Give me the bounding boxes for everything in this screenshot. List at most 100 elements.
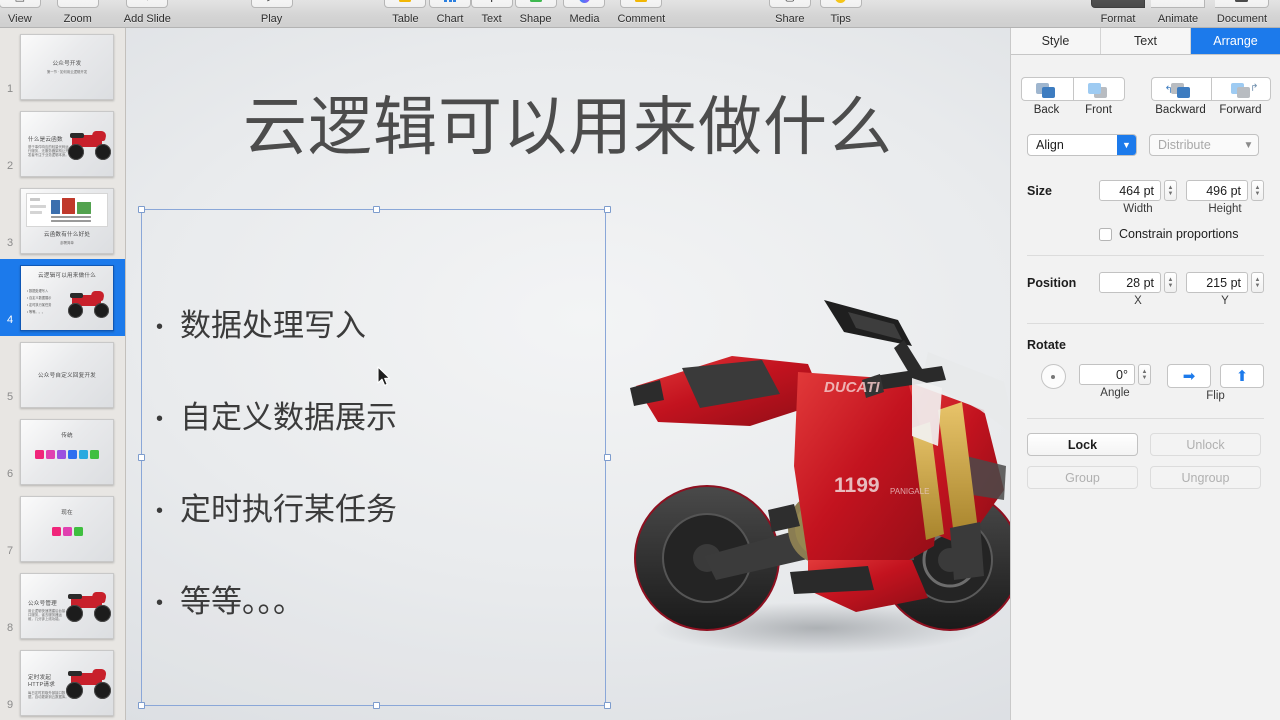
slide-number: 5 xyxy=(6,391,14,403)
slide-thumbnail-6[interactable]: 6 传统 xyxy=(0,413,125,490)
width-field-group: 464 pt ▲ ▼ Width xyxy=(1099,180,1177,215)
list-item[interactable]: • 定时执行某任务 xyxy=(156,492,599,528)
motorcycle-image[interactable]: DUCATI 1199 PANIGALE xyxy=(612,260,1010,680)
resize-handle-bottom-center[interactable] xyxy=(373,702,380,709)
button-label: Backward xyxy=(1155,104,1206,116)
slide-number: 6 xyxy=(6,468,14,480)
angle-input[interactable]: 0° xyxy=(1079,364,1135,385)
thumb-bullet: 自定义数据展示 xyxy=(27,295,69,302)
resize-handle-bottom-left[interactable] xyxy=(138,702,145,709)
toolbar-button-zoom[interactable]: ⌗ Zoom xyxy=(56,0,99,27)
bring-to-front-button[interactable]: Front xyxy=(1072,77,1125,116)
toolbar-button-animate[interactable]: ✧ Animate xyxy=(1148,0,1208,27)
toolbar-button-add-slide[interactable]: ＋ Add Slide xyxy=(124,0,171,27)
toolbar-button-text[interactable]: T Text xyxy=(470,0,513,27)
align-dropdown[interactable]: Align ▼ xyxy=(1027,134,1137,156)
keynote-window: ▤ View ⌗ Zoom ＋ Add Slide ▶ Play Table xyxy=(0,0,1280,720)
list-item[interactable]: • 自定义数据展示 xyxy=(156,400,599,436)
arrow-right-icon: ➡ xyxy=(1182,367,1196,385)
flip-vertical-button[interactable]: ⬆ xyxy=(1220,364,1264,388)
thumb-title: 公众号开发 xyxy=(52,60,82,67)
slide-thumbnail-2[interactable]: 2 什么是云函数 基于事件响应的轻量代码运行服务，无服务器架构让开发者专注于业务… xyxy=(0,105,125,182)
resize-handle-top-left[interactable] xyxy=(138,206,145,213)
toolbar-group-inspector: ✎ Format ✧ Animate Document xyxy=(1088,0,1276,27)
flip-horizontal-button[interactable]: ➡ xyxy=(1167,364,1211,388)
toolbar-label: Chart xyxy=(436,13,464,25)
bullet-list[interactable]: • 数据处理写入 • 自定义数据展示 • 定时执行某任务 • 等等。。。 xyxy=(156,308,599,676)
toolbar-button-comment[interactable]: Comment xyxy=(617,0,665,27)
slide-canvas-area[interactable]: 云逻辑可以用来做什么 DUCATI 1199 PANIGALE • 数据处理写入… xyxy=(126,28,1010,720)
width-stepper[interactable]: ▲ ▼ xyxy=(1164,180,1177,201)
ungroup-button[interactable]: Ungroup xyxy=(1150,466,1261,489)
document-icon xyxy=(1215,0,1269,8)
thumb-title: 云函数有什么好处 xyxy=(43,231,91,238)
divider xyxy=(1027,418,1264,419)
tab-text[interactable]: Text xyxy=(1101,28,1191,54)
list-item[interactable]: • 等等。。。 xyxy=(156,584,599,620)
send-to-back-button[interactable]: Back xyxy=(1020,77,1073,116)
resize-handle-middle-left[interactable] xyxy=(138,454,145,461)
position-y-stepper[interactable]: ▲ ▼ xyxy=(1251,272,1264,293)
selected-text-box[interactable]: • 数据处理写入 • 自定义数据展示 • 定时执行某任务 • 等等。。。 xyxy=(138,206,611,709)
group-button[interactable]: Group xyxy=(1027,466,1138,489)
divider xyxy=(1027,255,1264,256)
inspector-tabs[interactable]: Style Text Arrange xyxy=(1011,28,1280,55)
slide-number: 8 xyxy=(6,622,14,634)
toolbar-group-insert: Table Chart T Text Shape xyxy=(384,0,665,27)
slide-thumbnail-4[interactable]: 4 云逻辑可以用来做什么 数据处理写入 自定义数据展示 定时执行某任务 等等。。… xyxy=(0,259,125,336)
format-inspector[interactable]: Style Text Arrange Back Front ↰ Backward… xyxy=(1010,28,1280,720)
bullet-marker: • xyxy=(156,314,164,338)
toolbar-button-play[interactable]: ▶ Play xyxy=(250,0,293,27)
send-backward-button[interactable]: ↰ Backward xyxy=(1150,77,1211,116)
view-icon: ▤ xyxy=(0,0,41,8)
resize-handle-top-center[interactable] xyxy=(373,206,380,213)
toolbar-button-table[interactable]: Table xyxy=(384,0,427,27)
lock-button[interactable]: Lock xyxy=(1027,433,1138,456)
toolbar-button-shape[interactable]: Shape xyxy=(514,0,557,27)
toolbar-button-media[interactable]: Media xyxy=(563,0,606,27)
rotate-dial[interactable] xyxy=(1040,364,1066,389)
slide-number: 3 xyxy=(6,237,14,249)
resize-handle-middle-right[interactable] xyxy=(604,454,611,461)
height-field-group: 496 pt ▲ ▼ Height xyxy=(1186,180,1264,215)
distribute-dropdown[interactable]: Distribute ▼ xyxy=(1149,134,1259,156)
height-stepper[interactable]: ▲ ▼ xyxy=(1251,180,1264,201)
slide-thumbnail-9[interactable]: 9 定时发起 HTTP请求 每日定时抓取外部接口数据，自动更新到云数据库。 xyxy=(0,644,125,720)
slide-navigator[interactable]: 1 公众号开发 第一节 · 如何用云逻辑开发 2 什么是云函数 基于事件响应的轻… xyxy=(0,28,126,720)
constrain-proportions-row[interactable]: Constrain proportions xyxy=(1027,227,1264,241)
height-input[interactable]: 496 pt xyxy=(1186,180,1248,201)
position-y-input[interactable]: 215 pt xyxy=(1186,272,1248,293)
toolbar-button-chart[interactable]: Chart xyxy=(429,0,472,27)
angle-stepper[interactable]: ▲ ▼ xyxy=(1138,364,1151,385)
resize-handle-bottom-right[interactable] xyxy=(604,702,611,709)
toolbar-button-view[interactable]: ▤ View xyxy=(0,0,41,27)
toolbar-label: Comment xyxy=(617,13,666,25)
resize-handle-top-right[interactable] xyxy=(604,206,611,213)
toolbar-button-document[interactable]: Document xyxy=(1208,0,1276,27)
chevron-down-icon: ▼ xyxy=(1117,135,1136,155)
toolbar-button-share[interactable]: ▢ Share xyxy=(768,0,811,27)
tab-style[interactable]: Style xyxy=(1011,28,1101,54)
lock-row: Lock Unlock xyxy=(1027,433,1264,456)
thumb-title: 公众号自定义回复开发 xyxy=(38,372,96,379)
slide-number: 7 xyxy=(6,545,14,557)
position-x-input[interactable]: 28 pt xyxy=(1099,272,1161,293)
width-input[interactable]: 464 pt xyxy=(1099,180,1161,201)
list-item[interactable]: • 数据处理写入 xyxy=(156,308,599,344)
slide-title[interactable]: 云逻辑可以用来做什么 xyxy=(136,90,1000,166)
slide-thumbnail-8[interactable]: 8 公众号管理 用云逻辑快速搭建后台接口服务，省去服务器运维，几分钟上线功能。 xyxy=(0,567,125,644)
constrain-proportions-checkbox[interactable] xyxy=(1099,227,1112,241)
bring-forward-button[interactable]: ↱ Forward xyxy=(1210,77,1271,116)
toolbar-button-tips[interactable]: Tips xyxy=(819,0,862,27)
slide-thumbnail-7[interactable]: 7 现在 xyxy=(0,490,125,567)
toolbar-button-format[interactable]: ✎ Format xyxy=(1088,0,1148,27)
slide-thumbnail-5[interactable]: 5 公众号自定义回复开发 xyxy=(0,336,125,413)
slide-thumbnail-3[interactable]: 3 云函数有什么好处 部署简单 xyxy=(0,182,125,259)
position-x-stepper[interactable]: ▲ ▼ xyxy=(1164,272,1177,293)
thumb-title: 现在 xyxy=(61,509,73,516)
slide-thumbnail-1[interactable]: 1 公众号开发 第一节 · 如何用云逻辑开发 xyxy=(0,28,125,105)
slide-canvas[interactable]: 云逻辑可以用来做什么 DUCATI 1199 PANIGALE • 数据处理写入… xyxy=(126,28,1010,720)
unlock-button[interactable]: Unlock xyxy=(1150,433,1261,456)
thumbnail-canvas: 传统 xyxy=(20,418,114,485)
tab-arrange[interactable]: Arrange xyxy=(1191,28,1280,54)
